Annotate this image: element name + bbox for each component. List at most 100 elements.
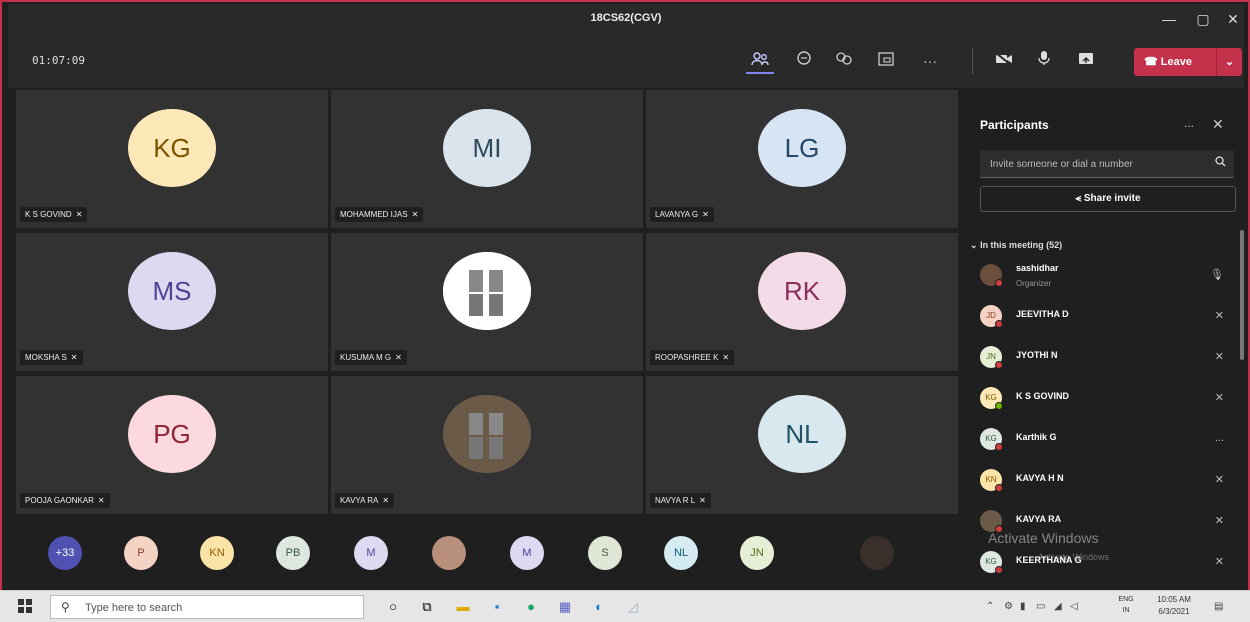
- participant-row[interactable]: JN JYOTHI N ✕: [980, 342, 1224, 372]
- taskbar-search-input[interactable]: [85, 600, 345, 616]
- video-tile[interactable]: LG LAVANYA G ✕: [646, 90, 958, 228]
- mic-muted-icon[interactable]: ✕: [1215, 473, 1224, 486]
- share-icon: ⪪: [1075, 193, 1082, 204]
- name-tag: MOHAMMED IJAS ✕: [335, 207, 424, 222]
- presence-status-icon: [995, 279, 1003, 287]
- search-icon[interactable]: [1215, 156, 1226, 170]
- participant-avatar: MI: [443, 109, 531, 187]
- minimize-button[interactable]: —: [1156, 10, 1182, 28]
- pinned-app-icon[interactable]: ◿: [622, 597, 644, 617]
- teams-icon[interactable]: ▦: [554, 597, 576, 617]
- video-tile[interactable]: KG K S GOVIND ✕: [16, 90, 328, 228]
- chevron-up-icon[interactable]: ⌃: [986, 601, 994, 612]
- windows-start-icon[interactable]: [18, 599, 32, 616]
- participant-name: POOJA GAONKAR: [25, 496, 94, 505]
- toolbar-divider: [972, 48, 973, 74]
- name-tag: NAVYA R L ✕: [650, 493, 711, 508]
- edge-icon[interactable]: ◐: [588, 597, 610, 617]
- strip-avatar[interactable]: M: [354, 536, 388, 570]
- video-tile[interactable]: RK ROOPASHREE K ✕: [646, 233, 958, 371]
- mic-muted-icon: ✕: [411, 210, 419, 219]
- volume-icon[interactable]: ◁: [1070, 601, 1078, 612]
- more-icon[interactable]: ···: [916, 48, 944, 74]
- chevron-down-icon[interactable]: ⌄: [1216, 48, 1242, 76]
- participant-row[interactable]: KG K S GOVIND ✕: [980, 383, 1224, 413]
- leave-button[interactable]: ☎ Leave ⌄: [1134, 48, 1242, 76]
- close-window-button[interactable]: ✕: [1220, 10, 1246, 28]
- section-label: In this meeting (52): [980, 240, 1063, 250]
- presence-status-icon: [995, 443, 1003, 451]
- video-tile[interactable]: MI MOHAMMED IJAS ✕: [331, 90, 643, 228]
- taskbar-search-box[interactable]: ⚲: [50, 595, 364, 619]
- leave-label: Leave: [1160, 56, 1192, 68]
- strip-avatar[interactable]: PB: [276, 536, 310, 570]
- strip-avatar[interactable]: KN: [200, 536, 234, 570]
- mic-muted-icon[interactable]: ✕: [1215, 350, 1224, 363]
- share-tray-icon[interactable]: [872, 48, 900, 74]
- share-screen-icon[interactable]: [1072, 48, 1100, 74]
- display-icon[interactable]: ▭: [1036, 601, 1045, 612]
- video-tile[interactable]: MS MOKSHA S ✕: [16, 233, 328, 371]
- language-indicator[interactable]: ENG IN: [1114, 594, 1138, 616]
- clock-date: 6/3/2021: [1158, 607, 1190, 616]
- strip-avatar[interactable]: NL: [664, 536, 698, 570]
- strip-avatar[interactable]: P: [124, 536, 158, 570]
- mic-icon[interactable]: [1030, 48, 1058, 74]
- participant-name: KAVYA RA: [340, 496, 379, 505]
- video-tile[interactable]: KUSUMA M G ✕: [331, 233, 643, 371]
- participant-avatar: LG: [758, 109, 846, 187]
- video-tile[interactable]: PG POOJA GAONKAR ✕: [16, 376, 328, 514]
- reactions-icon[interactable]: [830, 48, 858, 74]
- panel-more-icon[interactable]: ...: [1184, 116, 1194, 130]
- mic-muted-icon: ✕: [395, 353, 402, 362]
- participant-row[interactable]: sashidhar Organizer 🎙: [980, 260, 1224, 290]
- video-tile[interactable]: KAVYA RA ✕: [331, 376, 643, 514]
- strip-avatar[interactable]: S: [588, 536, 622, 570]
- video-tile[interactable]: NL NAVYA R L ✕: [646, 376, 958, 514]
- maximize-button[interactable]: ▢: [1190, 10, 1216, 28]
- participant-row[interactable]: KN KAVYA H N ✕: [980, 465, 1224, 495]
- participant-name: KAVYA RA: [1016, 514, 1062, 524]
- mic-muted-icon[interactable]: ✕: [1215, 391, 1224, 404]
- share-invite-label: Share invite: [1083, 193, 1141, 204]
- panel-close-icon[interactable]: ✕: [1212, 116, 1224, 133]
- share-invite-button[interactable]: ⪪ Share invite: [980, 186, 1236, 212]
- strip-avatar[interactable]: [432, 536, 466, 570]
- participant-row[interactable]: JD JEEVITHA D ✕: [980, 301, 1224, 331]
- task-view-icon[interactable]: ⧉: [416, 597, 438, 617]
- meeting-timer: 01:07:09: [32, 54, 85, 67]
- chrome-icon[interactable]: ●: [520, 597, 542, 617]
- network-icon[interactable]: ⚙: [1004, 601, 1013, 612]
- cortana-icon[interactable]: ○: [382, 597, 404, 617]
- invite-input[interactable]: [990, 156, 1204, 172]
- section-header[interactable]: ⌄ In this meeting (52): [970, 240, 1062, 251]
- mic-muted-icon[interactable]: ✕: [1215, 309, 1224, 322]
- store-icon[interactable]: ▪: [486, 597, 508, 617]
- chat-icon[interactable]: [790, 48, 818, 74]
- overflow-participants-button[interactable]: +33: [48, 536, 82, 570]
- strip-avatar[interactable]: [860, 536, 894, 570]
- panel-scrollbar[interactable]: [1240, 230, 1244, 360]
- participant-name: JEEVITHA D: [1016, 309, 1069, 319]
- mic-muted-icon[interactable]: ✕: [1215, 514, 1224, 527]
- strip-avatar[interactable]: M: [510, 536, 544, 570]
- window-title: 18CS62(CGV): [590, 12, 662, 24]
- strip-avatar[interactable]: JN: [740, 536, 774, 570]
- file-explorer-icon[interactable]: ▬: [452, 597, 474, 617]
- tray-mic-icon[interactable]: ▮: [1020, 601, 1026, 612]
- mic-icon[interactable]: 🎙: [1210, 268, 1224, 281]
- wifi-icon[interactable]: ◢: [1054, 601, 1062, 612]
- mic-muted-icon: ✕: [699, 496, 706, 505]
- participant-row[interactable]: KG Karthik G...: [980, 424, 1224, 454]
- mic-muted-icon: ✕: [70, 353, 78, 362]
- participant-photo: [443, 395, 531, 473]
- participant-more-icon[interactable]: ...: [1215, 432, 1224, 444]
- watermark-sub: Activate Windows: [1038, 552, 1110, 562]
- mic-muted-icon[interactable]: ✕: [1215, 555, 1224, 568]
- taskbar-clock[interactable]: 10:05 AM 6/3/2021: [1146, 594, 1202, 618]
- notification-icon[interactable]: ▤: [1214, 601, 1223, 612]
- participants-icon[interactable]: [746, 48, 774, 74]
- video-grid: KG K S GOVIND ✕ MI MOHAMMED IJAS ✕ LG LAVANYA G…: [16, 90, 958, 515]
- name-tag: KUSUMA M G ✕: [335, 350, 407, 365]
- camera-off-icon[interactable]: [990, 48, 1018, 74]
